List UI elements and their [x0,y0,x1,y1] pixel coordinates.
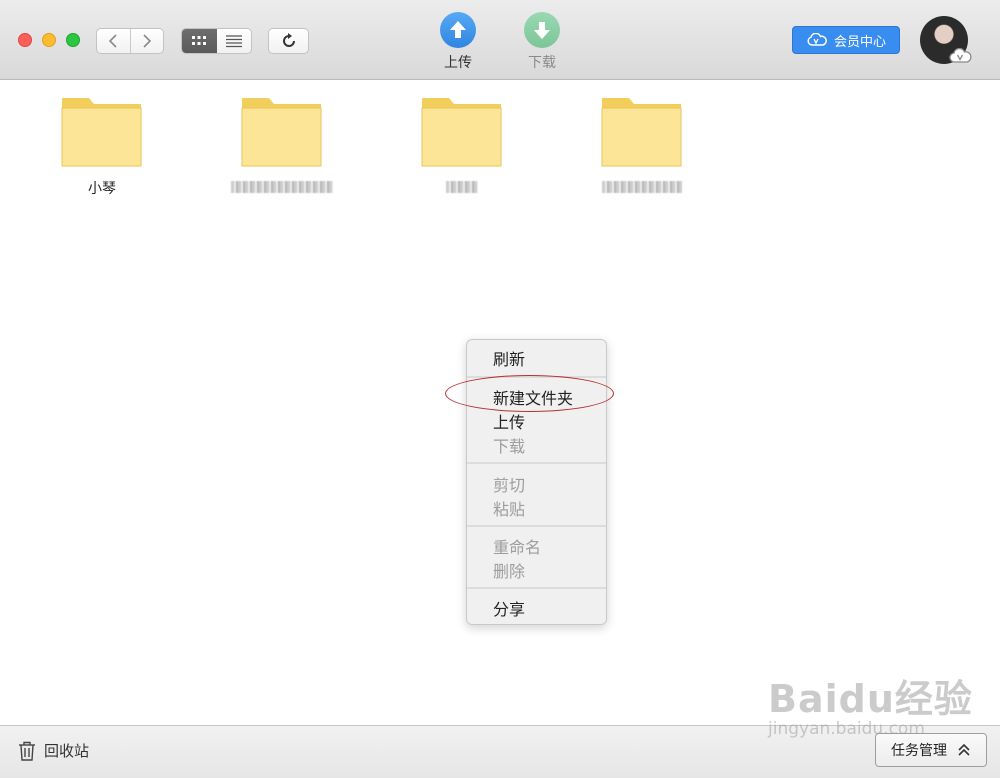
highlight-annotation [445,375,614,412]
download-button[interactable]: 下载 [512,12,572,72]
refresh-icon [282,33,295,47]
upload-label: 上传 [444,55,472,71]
vip-center-button[interactable]: 会员中心 [792,26,900,54]
folder-icon [241,98,322,167]
vip-center-label: 会员中心 [833,34,886,50]
upload-icon [440,12,476,48]
chevron-up-icon [958,743,970,756]
list-view-icon [225,35,242,48]
trash-icon [19,741,35,761]
menu-item-download: 下载 [493,437,526,456]
refresh-button-inner [269,29,308,53]
menu-item-paste: 粘贴 [493,500,526,519]
task-manager-button[interactable]: 任务管理 [875,733,987,767]
folder-name: 小琴 [88,181,116,197]
upload-button[interactable]: 上传 [428,12,488,72]
chevron-right-icon [143,34,152,48]
window-minimize-button[interactable] [42,33,56,47]
grid-view-icon [192,36,207,45]
menu-item-delete: 删除 [493,562,526,581]
menu-separator [467,587,606,589]
window-maximize-button[interactable] [66,33,80,47]
folder-item[interactable] [562,96,722,196]
menu-item-refresh[interactable]: 刷新 [493,346,525,370]
folder-icon [601,98,682,167]
back-button[interactable] [97,29,130,53]
refresh-button[interactable] [268,28,309,54]
folder-name-obscured [382,178,542,196]
recycle-bin-label: 回收站 [44,742,90,760]
menu-item-share[interactable]: 分享 [493,596,525,620]
folder-item[interactable] [382,96,542,196]
folder-icon [61,98,142,167]
cloud-vip-icon [949,48,972,63]
menu-item-upload[interactable]: 上传 [493,409,525,433]
menu-separator [467,462,606,464]
watermark: Baidu经验 jingyan.baidu.com [768,668,973,739]
cloud-vip-icon [807,33,827,46]
task-manager-label: 任务管理 [891,743,947,759]
forward-button[interactable] [129,29,163,53]
grid-view-button[interactable] [182,29,217,53]
menu-separator [467,525,606,527]
navigation-buttons [96,28,164,54]
view-mode-toggle [181,28,252,54]
folder-name-obscured [562,178,722,196]
download-icon [524,12,560,48]
menu-item-cut: 剪切 [493,476,526,495]
folder-item[interactable] [202,96,362,196]
window-close-button[interactable] [18,33,32,47]
recycle-bin-button[interactable]: 回收站 [18,740,89,761]
menu-item-rename: 重命名 [493,538,542,557]
download-label: 下载 [528,55,556,71]
chevron-left-icon [109,34,118,48]
list-view-button[interactable] [217,29,252,53]
folder-icon [421,98,502,167]
folder-name-obscured [202,178,362,196]
watermark-brand: Baidu经验 [768,677,973,721]
folder-item[interactable]: 小琴 [22,96,182,197]
